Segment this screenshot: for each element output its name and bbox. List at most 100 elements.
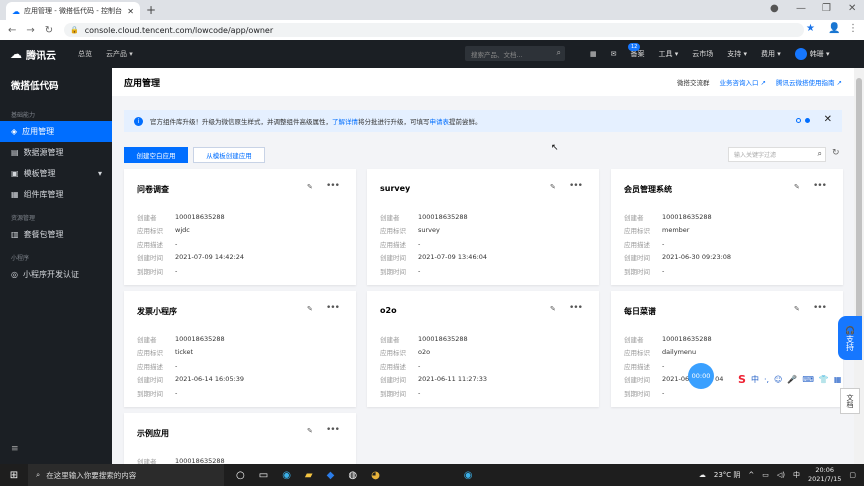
nav-tools[interactable]: 工具 ▾ <box>659 49 679 59</box>
sidebar-item-miniprogram-cert[interactable]: ◎ 小程序开发认证 <box>0 264 112 285</box>
weather-icon[interactable]: ☁ <box>699 471 706 479</box>
collapse-sidebar-icon[interactable]: ≡ <box>11 444 19 454</box>
back-icon[interactable]: ← <box>8 25 16 36</box>
close-tab-icon[interactable]: ✕ <box>127 7 134 16</box>
task-view-icon[interactable]: ▭ <box>259 470 268 481</box>
toolbox-icon[interactable]: ▦ <box>834 375 842 384</box>
recording-timer[interactable]: 00:00 <box>688 363 714 389</box>
emoji-icon[interactable]: ☺ <box>774 375 782 384</box>
app-card-name[interactable]: 示例应用 <box>137 428 169 439</box>
pencil-icon[interactable]: ✎ <box>307 427 313 435</box>
pencil-icon[interactable]: ✎ <box>794 305 800 313</box>
sidebar-item-packages[interactable]: ▥ 套餐包管理 <box>0 224 112 245</box>
notice-apply-link[interactable]: 申请表 <box>430 118 450 126</box>
app-card[interactable]: survey ✎ ••• 创建者 100018635288 应用标识 survey 应用描述 -… <box>367 169 599 285</box>
more-icon[interactable]: ••• <box>569 303 583 313</box>
sidebar-item-templates[interactable]: ▣ 模板管理 ▾ <box>0 163 112 184</box>
search-icon[interactable]: ⌕ <box>818 149 822 159</box>
edge-icon[interactable]: ◉ <box>282 470 291 481</box>
app-card[interactable]: o2o ✎ ••• 创建者 100018635288 应用标识 o2o 应用描述 - 创建时间 20… <box>367 291 599 407</box>
new-tab-icon[interactable]: + <box>146 3 156 17</box>
nav-overview[interactable]: 总览 <box>78 49 92 59</box>
message-icon[interactable]: ✉ <box>611 50 617 58</box>
app3-icon[interactable]: ◉ <box>464 470 473 481</box>
more-icon[interactable]: ••• <box>326 425 340 435</box>
qrcode-icon[interactable]: ▦ <box>590 50 597 58</box>
volume-icon[interactable]: ◁) <box>777 471 785 479</box>
more-icon[interactable]: ••• <box>326 181 340 191</box>
more-icon[interactable]: ••• <box>813 181 827 191</box>
notice-pager[interactable] <box>796 118 810 123</box>
refresh-icon[interactable]: ↻ <box>832 148 840 158</box>
nav-products[interactable]: 云产品 ▾ <box>106 49 133 59</box>
pencil-icon[interactable]: ✎ <box>550 183 556 191</box>
app-card[interactable]: 每日菜谱 ✎ ••• 创建者 100018635288 应用标识 dailymenu 应用描述… <box>611 291 843 407</box>
minimize-icon[interactable]: — <box>796 3 806 14</box>
global-search-input[interactable]: 搜索产品、文档... ⌕ <box>465 46 565 61</box>
punctuation-icon[interactable]: ·, <box>764 375 769 384</box>
app-card[interactable]: 发票小程序 ✎ ••• 创建者 100018635288 应用标识 ticket 应用描述 - 创… <box>124 291 356 407</box>
tray-chevron-icon[interactable]: ^ <box>748 471 754 479</box>
create-from-template-button[interactable]: 从模板创建应用 <box>193 147 265 163</box>
browser-menu-icon[interactable]: ⋮ <box>848 23 858 34</box>
sidebar-item-components[interactable]: ▦ 组件库管理 <box>0 184 112 205</box>
app-card[interactable]: 问卷调查 ✎ ••• 创建者 100018635288 应用标识 wjdc 应用描述 - 创建时间… <box>124 169 356 285</box>
business-consult-link[interactable]: 业务咨询入口 ↗ <box>719 77 766 87</box>
file-explorer-icon[interactable]: ▰ <box>305 470 313 481</box>
notification-icon[interactable]: ▢ <box>849 471 856 479</box>
pencil-icon[interactable]: ✎ <box>307 183 313 191</box>
keyboard-icon[interactable]: ⌨ <box>802 375 814 384</box>
pencil-icon[interactable]: ✎ <box>307 305 313 313</box>
chrome-icon[interactable]: ◕ <box>371 470 380 481</box>
url-field[interactable]: 🔒 console.cloud.tencent.com/lowcode/app/… <box>64 23 804 37</box>
windows-start-icon[interactable]: ⊞ <box>0 470 28 481</box>
reload-icon[interactable]: ↻ <box>45 25 53 36</box>
app-card-name[interactable]: o2o <box>380 306 397 315</box>
account-icon[interactable]: 👤 <box>828 23 840 34</box>
app-card[interactable]: 会员管理系统 ✎ ••• 创建者 100018635288 应用标识 member 应用描述 -… <box>611 169 843 285</box>
user-menu[interactable]: 韩珊 ▾ <box>794 48 830 60</box>
nav-support[interactable]: 支持 ▾ <box>727 49 747 59</box>
more-icon[interactable]: ••• <box>326 303 340 313</box>
search-icon[interactable]: ⌕ <box>557 48 561 58</box>
forward-icon[interactable]: → <box>26 25 34 36</box>
brand-logo[interactable]: ☁ 腾讯云 <box>10 47 56 62</box>
more-icon[interactable]: ••• <box>813 303 827 313</box>
bookmark-star-icon[interactable]: ★ <box>806 23 815 34</box>
weather-text[interactable]: 23°C 阴 <box>714 470 741 480</box>
ime-toolbar[interactable]: S 中 ·, ☺ 🎤 ⌨ 👕 ▦ <box>738 372 842 386</box>
sidebar-item-datasource[interactable]: ▤ 数据源管理 <box>0 142 112 163</box>
ime-mode[interactable]: 中 <box>751 374 759 385</box>
pager-dot[interactable] <box>796 118 801 123</box>
app-card-name[interactable]: 每日菜谱 <box>624 306 656 317</box>
more-icon[interactable]: ••• <box>569 181 583 191</box>
browser-tab[interactable]: ☁ 应用管理 - 微搭低代码 - 控制台 ✕ <box>6 2 140 20</box>
profile-circle-icon[interactable]: ● <box>770 3 779 14</box>
sidebar-item-app-management[interactable]: ◈ 应用管理 <box>0 121 112 142</box>
maximize-icon[interactable]: ❐ <box>822 3 831 14</box>
guide-link[interactable]: 腾讯云微搭使用指南 ↗ <box>776 77 842 87</box>
pencil-icon[interactable]: ✎ <box>550 305 556 313</box>
taskbar-clock[interactable]: 20:06 2021/7/15 <box>808 466 841 484</box>
wechat-group-link[interactable]: 微搭交流群 <box>677 77 710 87</box>
pencil-icon[interactable]: ✎ <box>794 183 800 191</box>
window-close-icon[interactable]: ✕ <box>848 3 856 14</box>
app-card-name[interactable]: survey <box>380 184 410 193</box>
close-icon[interactable]: ✕ <box>824 114 832 125</box>
app-card-name[interactable]: 会员管理系统 <box>624 184 672 195</box>
taskbar-search-input[interactable]: ⌕ 在这里输入你要搜索的内容 <box>28 464 224 486</box>
support-float-button[interactable]: 🎧 支持 <box>838 316 862 360</box>
app-card-name[interactable]: 发票小程序 <box>137 306 177 317</box>
nav-market[interactable]: 云市场 <box>692 49 713 59</box>
mic-icon[interactable]: 🎤 <box>787 375 797 384</box>
app2-icon[interactable]: ◍ <box>348 470 357 481</box>
notice-detail-link[interactable]: 了解详情 <box>332 118 358 126</box>
app-card-name[interactable]: 问卷调查 <box>137 184 169 195</box>
app-icon[interactable]: ◆ <box>327 470 335 481</box>
cortana-icon[interactable]: ○ <box>236 470 245 481</box>
scrollbar-thumb[interactable] <box>856 78 862 348</box>
nav-billing[interactable]: 费用 ▾ <box>761 49 781 59</box>
docs-float-button[interactable]: 文档 <box>840 388 860 414</box>
create-blank-app-button[interactable]: 创建空白应用 <box>124 147 188 163</box>
network-icon[interactable]: ▭ <box>762 471 769 479</box>
